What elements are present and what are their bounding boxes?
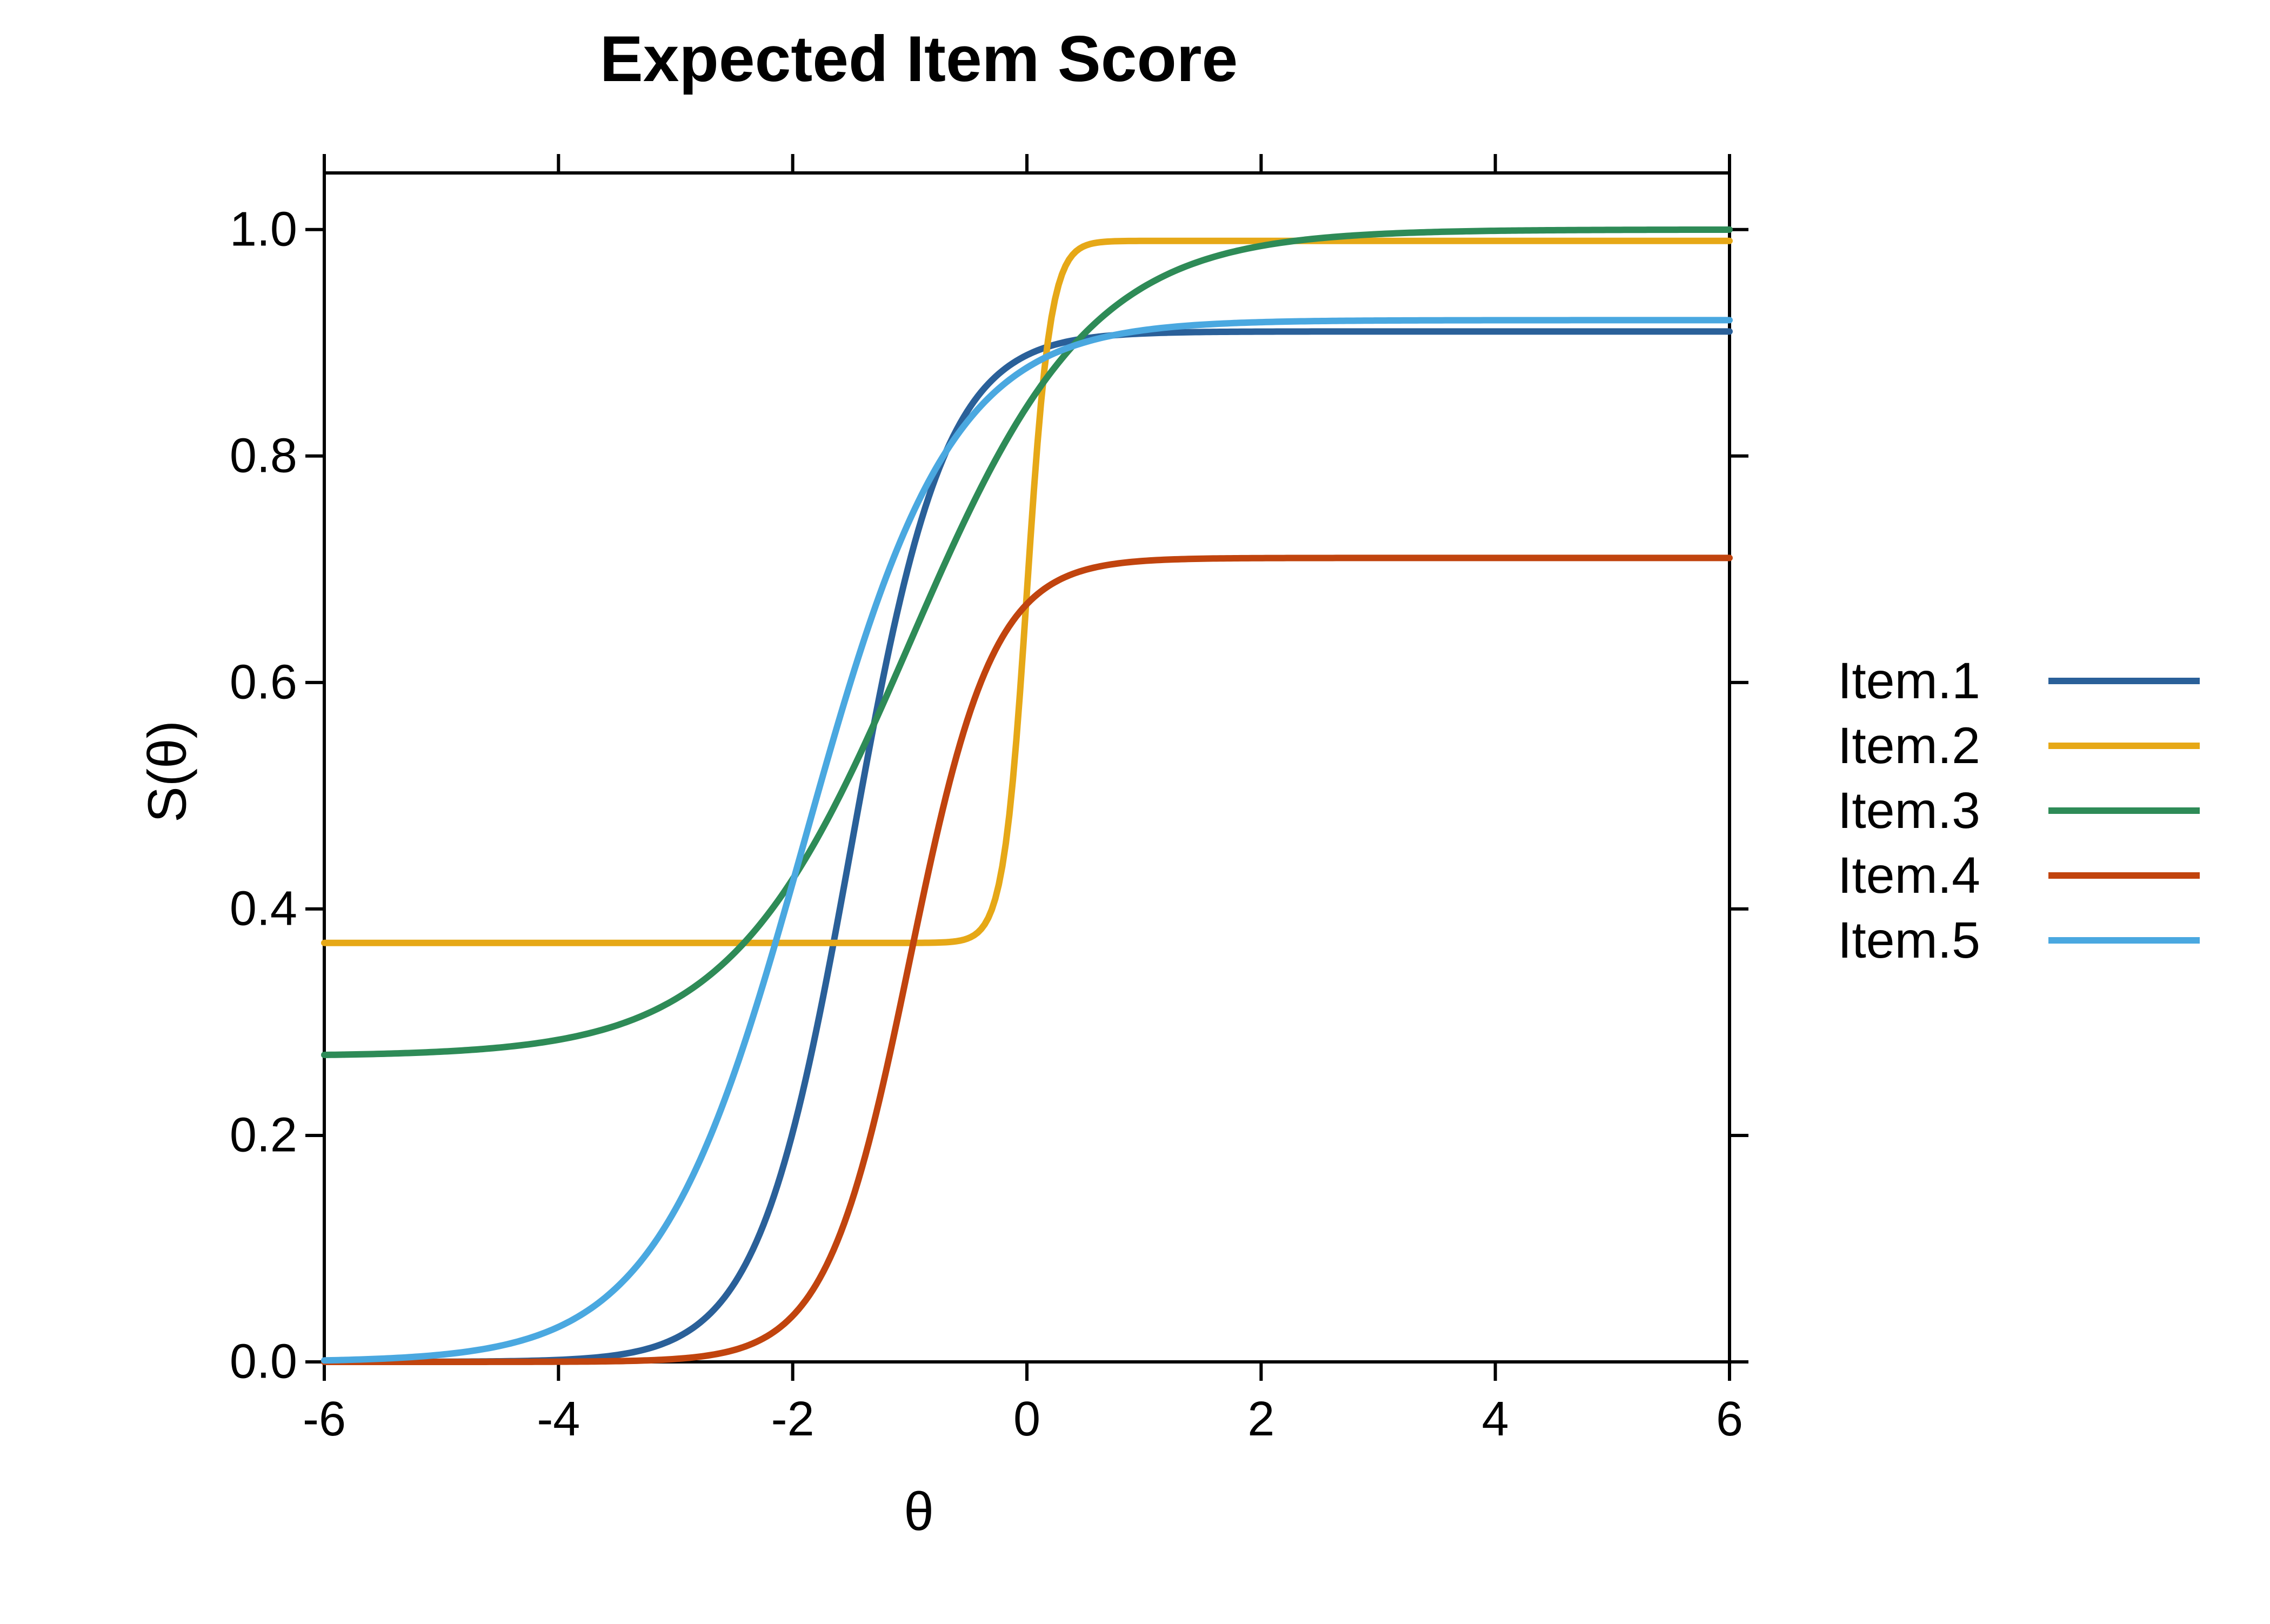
x-tick-label: 6 [1716,1392,1743,1447]
x-tick-label: -2 [771,1392,814,1447]
legend-item: Item.5 [1838,908,2243,973]
y-tick-label: 0.0 [230,1334,313,1390]
legend-item: Item.3 [1838,778,2243,843]
series-line-Item.4 [324,558,1730,1362]
legend-item: Item.2 [1838,713,2243,778]
x-axis-label: θ [0,1481,1838,1543]
legend-swatch [2048,678,2200,684]
y-tick-label: 0.2 [230,1107,313,1163]
legend-swatch [2048,872,2200,879]
x-tick-label: 0 [1013,1392,1040,1447]
x-tick-label: -4 [537,1392,580,1447]
chart-stage: Expected Item Score -6-4-20246 0.00.20.4… [0,0,2270,1621]
legend: Item.1 Item.2Item.3 Item.4 Item.5 [1838,649,2243,973]
legend-item: Item.1 [1838,649,2243,713]
legend-label: Item.5 [1838,911,2027,970]
x-tick-label: 2 [1247,1392,1274,1447]
legend-swatch [2048,807,2200,814]
y-tick-label: 0.4 [230,881,313,937]
y-tick-label: 1.0 [230,202,313,257]
series-line-Item.1 [324,331,1730,1362]
legend-label: Item.4 [1838,846,2027,905]
y-axis-label: S(θ) [137,718,199,826]
series-line-Item.5 [324,320,1730,1360]
legend-swatch [2048,743,2200,749]
y-tick-label: 0.6 [230,654,313,710]
legend-item: Item.4 [1838,843,2243,908]
x-tick-label: 4 [1482,1392,1509,1447]
series-line-Item.2 [324,241,1730,943]
legend-label: Item.2 [1838,717,2027,776]
x-tick-label: -6 [303,1392,346,1447]
legend-label: Item.1 [1838,652,2027,711]
y-tick-label: 0.8 [230,428,313,484]
legend-swatch [2048,937,2200,944]
legend-label: Item.3 [1838,781,2027,840]
